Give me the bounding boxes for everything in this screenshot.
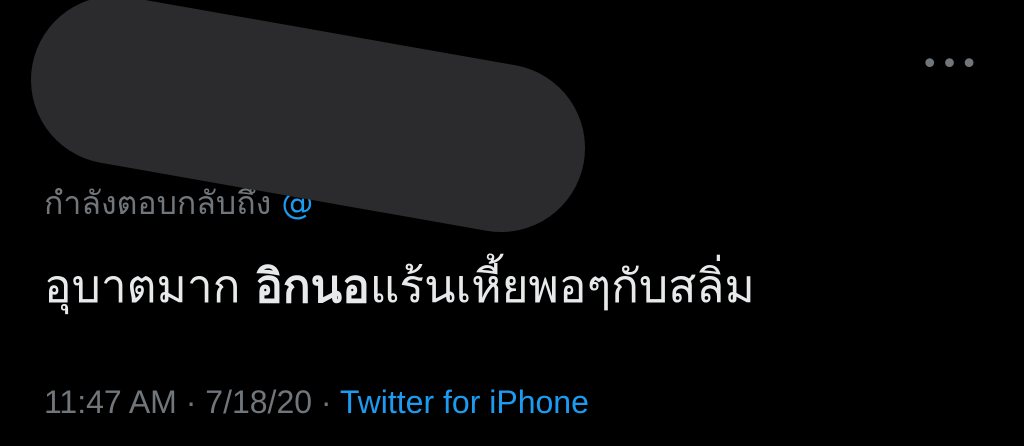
meta-separator-2: · bbox=[312, 384, 340, 420]
meta-separator: · bbox=[176, 384, 206, 420]
tweet-metadata: 11:47 AM · 7/18/20 · Twitter for iPhone bbox=[44, 384, 589, 421]
tweet-text-bold: อิกนอ bbox=[255, 259, 370, 313]
tweet-text-part1: อุบาตมาก bbox=[44, 259, 256, 313]
replying-to-label: กำลังตอบกลับถึง bbox=[44, 184, 272, 222]
tweet-date[interactable]: 7/18/20 bbox=[205, 384, 312, 420]
more-options-icon[interactable]: ••• bbox=[921, 50, 980, 80]
tweet-text: อุบาตมาก อิกนอแร้นเหี้ยพอๆกับสลิ่ม bbox=[44, 250, 755, 323]
tweet-detail: mac @ ••• กำลังตอบกลับถึ bbox=[0, 0, 1024, 446]
tweet-source-link[interactable]: Twitter for iPhone bbox=[340, 384, 589, 420]
tweet-text-part2: แร้นเหี้ยพอๆกับสลิ่ม bbox=[369, 259, 755, 313]
tweet-time[interactable]: 11:47 AM bbox=[44, 384, 177, 420]
